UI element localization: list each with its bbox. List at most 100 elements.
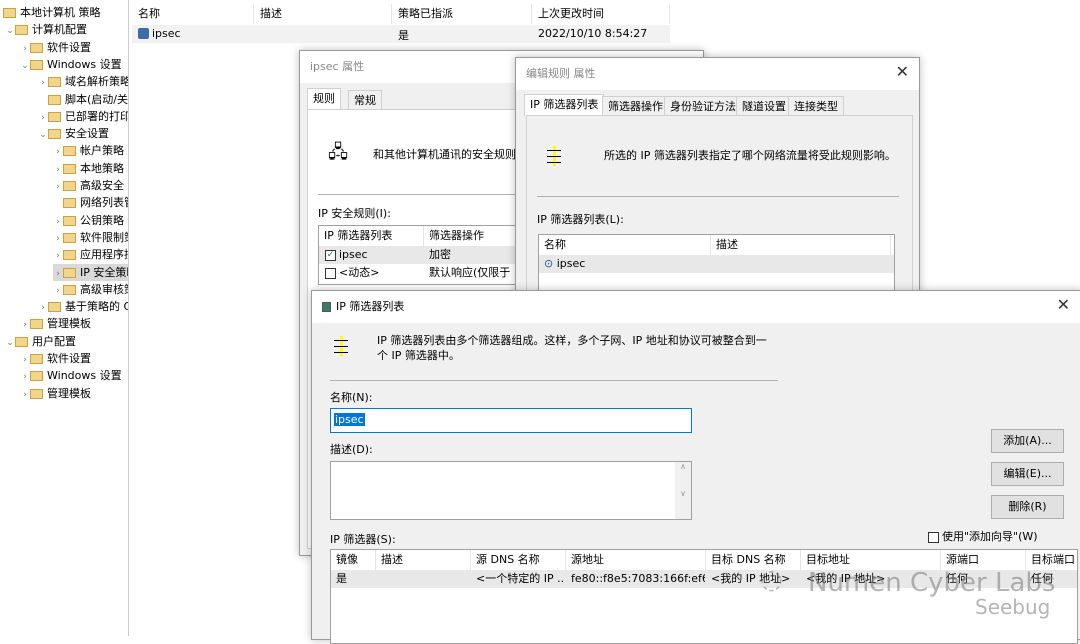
tree-item[interactable]: ›IP 安全策略 <box>53 263 128 281</box>
col-name[interactable]: 名称 <box>539 235 711 255</box>
filter-list-label: IP 筛选器列表(L): <box>537 213 624 226</box>
desc-textarea[interactable]: ∧ ∨ <box>330 461 692 520</box>
tab-auth-methods[interactable]: 身份验证方法 <box>664 96 742 116</box>
rule-checkbox[interactable] <box>325 267 336 279</box>
folder-icon <box>63 163 76 174</box>
tab-general[interactable]: 常规 <box>348 90 382 110</box>
tree-item[interactable]: ›高级审核策略配置 <box>53 281 128 298</box>
chevron-down-icon[interactable]: ⌄ <box>5 23 15 40</box>
filters-label: IP 筛选器(S): <box>330 533 396 546</box>
folder-icon <box>30 354 43 364</box>
chevron-down-icon[interactable]: ⌄ <box>5 335 15 352</box>
tree-item[interactable]: › 管理模板 <box>20 385 128 402</box>
tree-item[interactable]: ›基于策略的 QoS <box>38 298 128 315</box>
tree-item-label: 公钥策略 <box>80 213 124 227</box>
tree-item-label: 域名解析策略 <box>65 75 129 89</box>
console-tree: 本地计算机 策略 ⌄ 计算机配置 › 软件设置 ⌄ Windows 设置 › 域名解析策略 脚本(… <box>0 0 129 636</box>
tab-filter-action[interactable]: 筛选器操作 <box>602 96 669 116</box>
tree-item-label: 已部署的打印机 <box>65 109 128 123</box>
col-desc[interactable]: 描述 <box>711 235 891 255</box>
chevron-down-icon[interactable]: ⌄ <box>38 127 48 144</box>
col-header[interactable]: 源 DNS 名称 <box>471 550 566 570</box>
chevron-right-icon[interactable]: › <box>20 387 30 404</box>
tree-item-label: 网络列表管理器策略 <box>80 196 128 210</box>
tree-item[interactable]: 本地计算机 策略 <box>3 4 128 21</box>
tab-tunnel[interactable]: 隧道设置 <box>736 96 792 116</box>
col-modified[interactable]: 上次更改时间 <box>532 4 670 24</box>
col-header[interactable]: 目标端口 <box>1026 550 1077 570</box>
folder-icon <box>48 94 61 105</box>
tree-item-label: 管理模板 <box>47 386 91 400</box>
tree-item-label: 脚本(启动/关机) <box>65 92 128 106</box>
desc-label: 描述(D): <box>330 443 373 456</box>
col-name[interactable]: 名称 <box>132 4 254 24</box>
tree-item[interactable]: › 管理模板 <box>20 315 128 332</box>
close-icon[interactable]: ✕ <box>1057 291 1070 319</box>
folder-icon <box>63 284 76 295</box>
tree-item[interactable]: ›软件限制策略 <box>53 229 128 246</box>
tree-item[interactable]: ›应用程序控制策略 <box>53 246 128 263</box>
col-header[interactable]: 目标地址 <box>801 550 941 570</box>
dialog-title: IP 筛选器列表 <box>336 300 405 313</box>
folder-icon <box>30 371 43 382</box>
tree-item[interactable]: 脚本(启动/关机) <box>38 91 128 108</box>
tree-item-label: 软件设置 <box>47 352 91 365</box>
tree-item[interactable]: ›已部署的打印机 <box>38 108 128 125</box>
col-header[interactable]: 描述 <box>376 550 471 570</box>
name-input[interactable]: ipsec <box>330 408 692 433</box>
tree-item[interactable]: › 软件设置 <box>20 350 128 367</box>
tab-ip-filter-list[interactable]: IP 筛选器列表 <box>524 94 605 116</box>
tree-item[interactable]: › 本地策略 <box>53 160 128 177</box>
folder-icon <box>63 146 76 157</box>
tree-item[interactable]: › 公钥策略 <box>53 212 128 229</box>
col-desc[interactable]: 描述 <box>254 4 392 24</box>
tree-item[interactable]: › 帐户策略 <box>53 142 128 159</box>
tree-item[interactable]: ⌄ 计算机配置 <box>5 21 128 38</box>
close-icon[interactable]: ✕ <box>896 58 909 86</box>
tree-item[interactable]: › 软件设置 <box>20 39 128 56</box>
filter-list-row[interactable]: ⊙ ipsec <box>539 255 894 273</box>
tree-item-label: 本地策略 <box>80 161 124 175</box>
tree-item[interactable]: › 域名解析策略 <box>38 73 128 90</box>
tree-item-label: 高级审核策略配置 <box>80 282 128 296</box>
watermark-brand: Numen Cyber Labs <box>808 568 1056 598</box>
chevron-down-icon[interactable]: ⌄ <box>20 58 30 75</box>
filter-cell: 是 <box>336 572 347 585</box>
col-header[interactable]: 目标 DNS 名称 <box>706 550 801 570</box>
filter-cell: fe80::f8e5:7083:166f:ef6b <box>571 572 705 585</box>
col-header[interactable]: 源地址 <box>566 550 706 570</box>
tree-item[interactable]: ⌄ 安全设置 <box>38 125 128 142</box>
tree-item[interactable]: 网络列表管理器策略 <box>53 194 128 211</box>
tree-item[interactable]: ⌄ 用户配置 <box>5 333 128 350</box>
tree-item[interactable]: › 高级安全 <box>53 177 128 194</box>
folder-icon <box>63 198 76 209</box>
computers-icon: 🖧 <box>328 142 349 163</box>
col-assigned[interactable]: 策略已指派 <box>392 4 532 24</box>
folder-icon <box>3 8 16 18</box>
add-button[interactable]: 添加(A)... <box>991 429 1064 453</box>
folder-icon <box>30 42 43 53</box>
folder-icon <box>30 59 43 70</box>
scrollbar[interactable]: ∧ ∨ <box>675 462 691 519</box>
col-header[interactable]: 源端口 <box>941 550 1026 570</box>
tree-item[interactable]: ⌄ Windows 设置 <box>20 56 128 73</box>
wizard-checkbox[interactable]: 使用"添加向导"(W) <box>928 528 1038 544</box>
radio-selected-icon: ⊙ <box>544 257 554 270</box>
remove-button[interactable]: 删除(R) <box>991 495 1064 519</box>
edit-button[interactable]: 编辑(E)... <box>991 462 1064 486</box>
rule-checkbox[interactable]: ✓ <box>325 249 336 261</box>
tree-item-label: Windows 设置 <box>47 369 122 383</box>
wechat-icon: ◌ <box>760 565 783 595</box>
tree-item[interactable]: › Windows 设置 <box>20 367 128 384</box>
policy-row[interactable]: ipsec 是 2022/10/10 8:54:27 <box>132 25 670 43</box>
dialog-icon <box>322 302 331 312</box>
col-header[interactable]: 镜像 <box>331 550 376 570</box>
tab-rules[interactable]: 规则 <box>307 88 341 110</box>
tab-connection-type[interactable]: 连接类型 <box>788 96 844 116</box>
filter-list-panel: 所选的 IP 筛选器列表指定了哪个网络流量将受此规则影响。 IP 筛选器列表(L… <box>526 115 913 315</box>
tree-item-label: IP 安全策略 <box>80 265 128 279</box>
col-filter-list[interactable]: IP 筛选器列表 <box>319 226 424 246</box>
filter-cell: <一个特定的 IP ... <box>476 572 565 585</box>
folder-icon <box>48 302 61 313</box>
folder-icon <box>63 250 76 261</box>
